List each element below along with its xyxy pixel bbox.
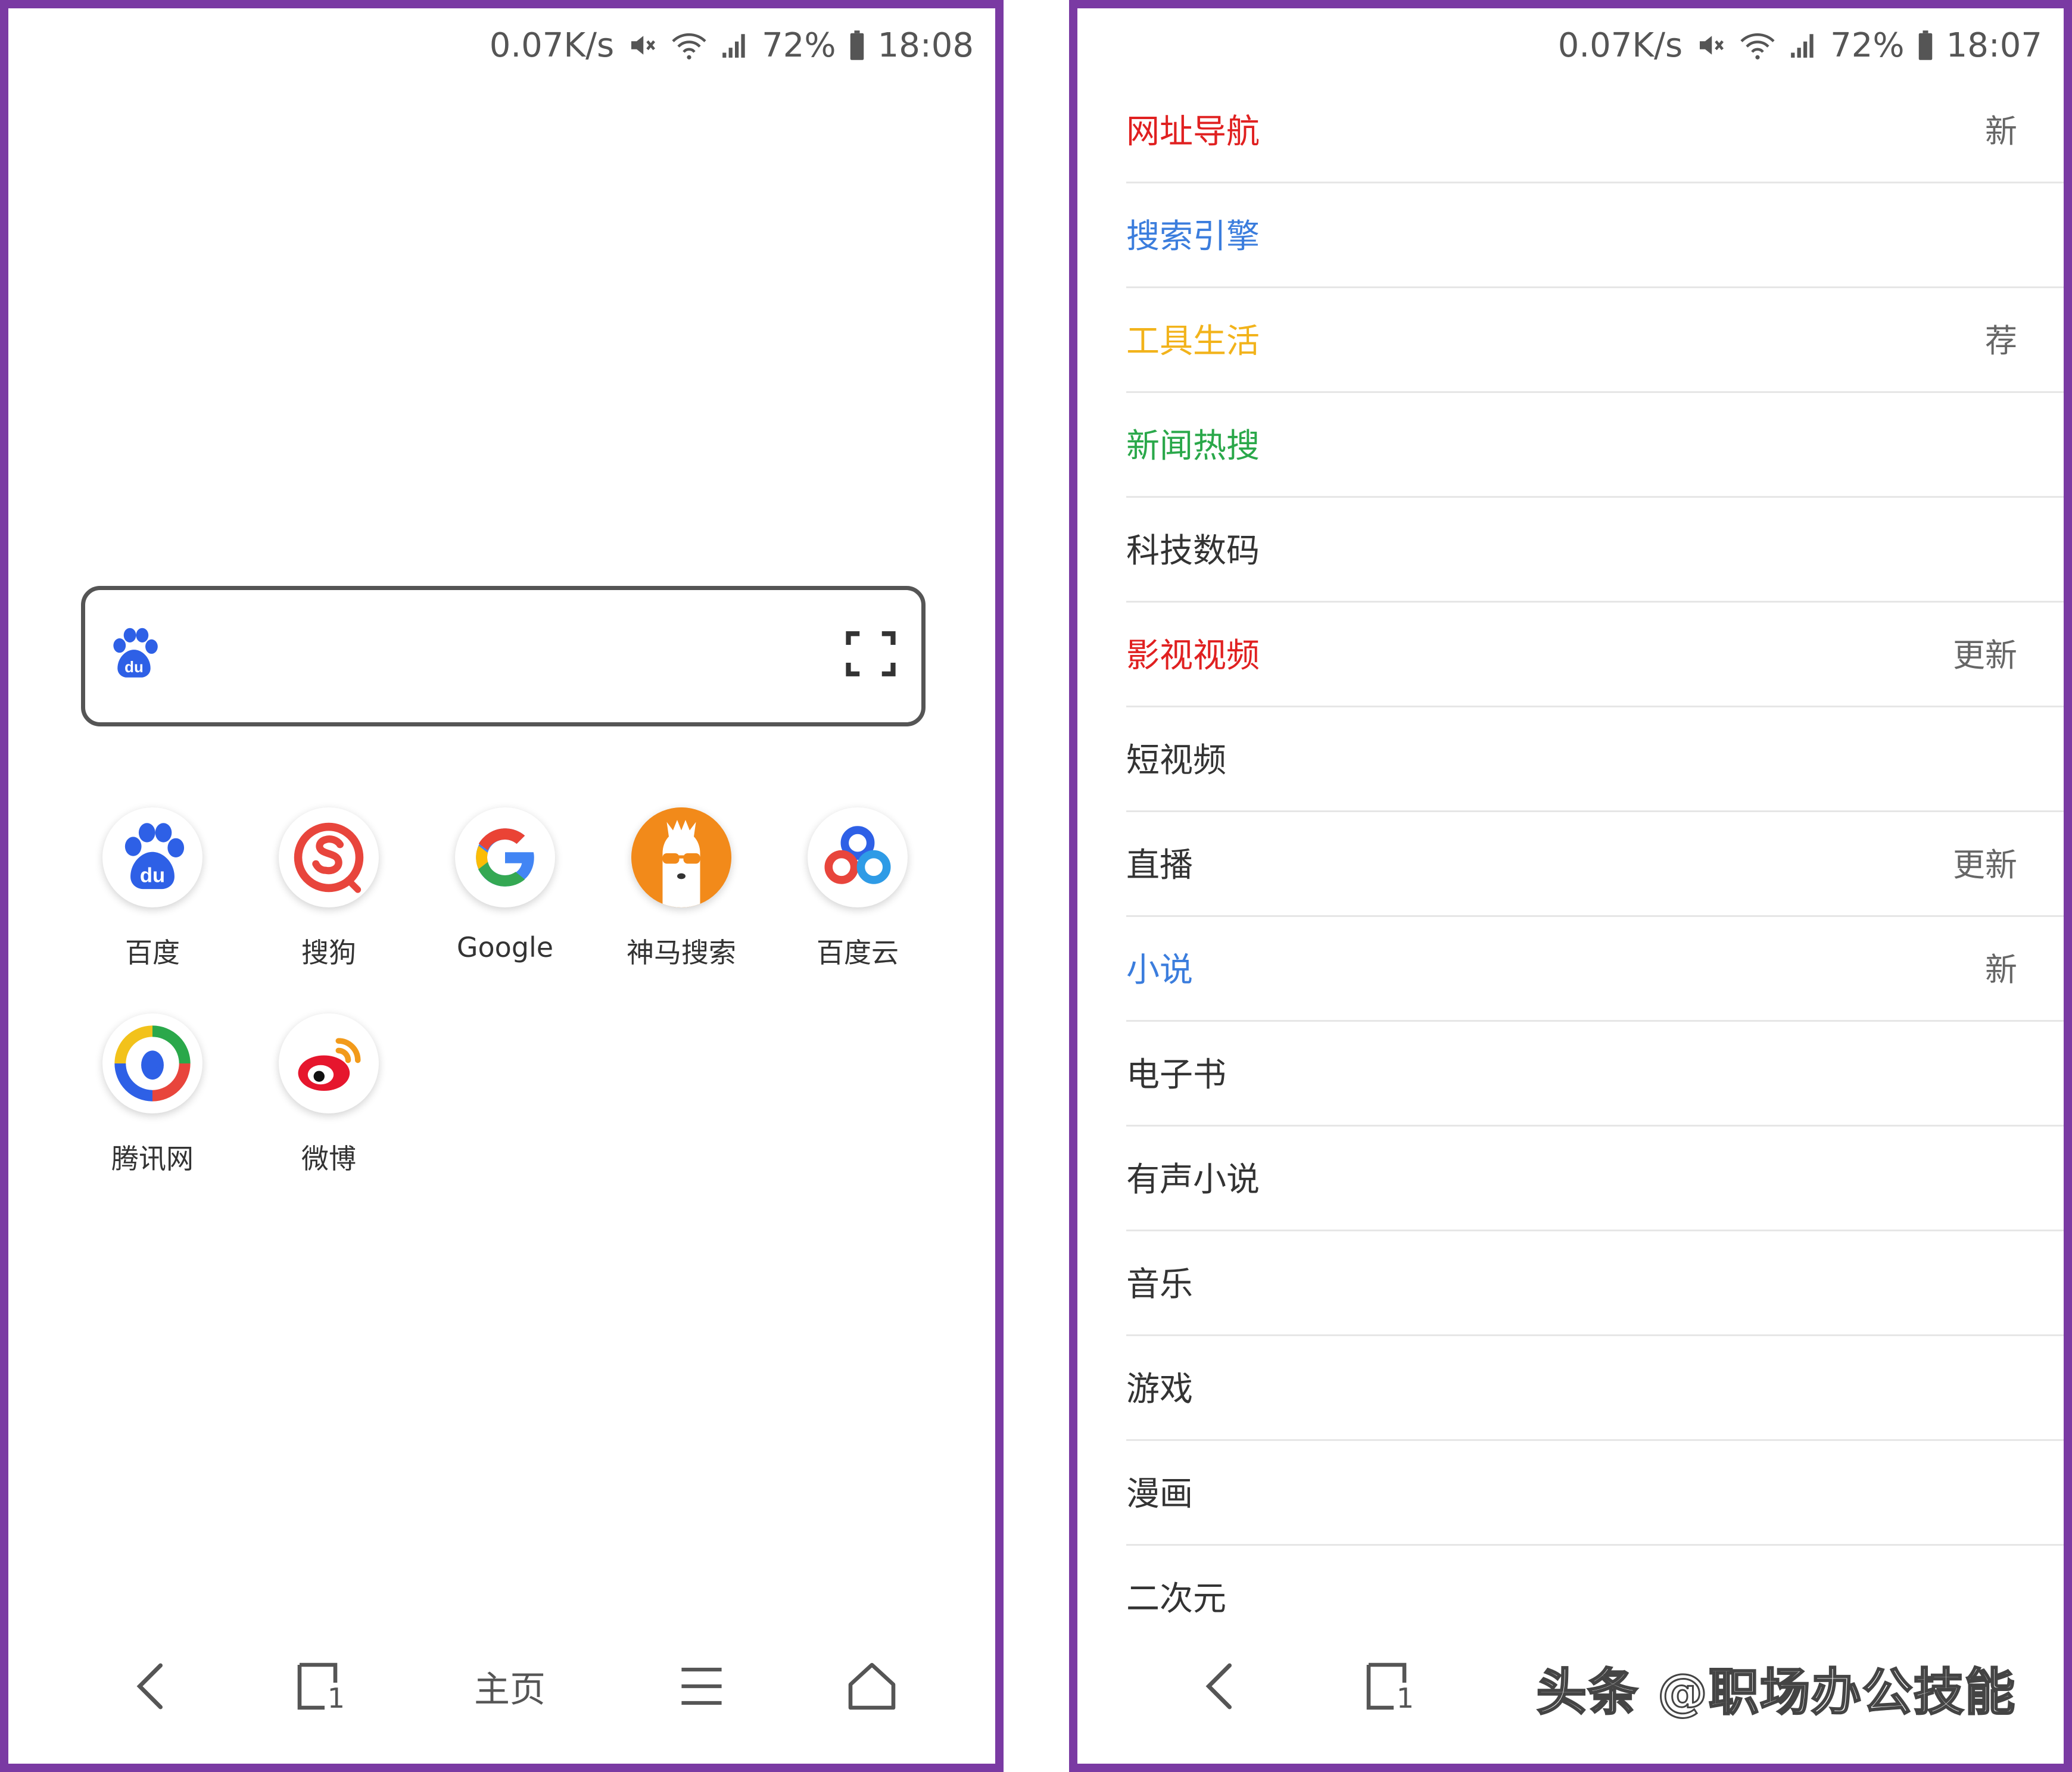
weibo-icon: [279, 1013, 379, 1113]
baidu-cloud-icon: [808, 807, 908, 907]
tabs-button[interactable]: 1: [278, 1645, 361, 1728]
tab-count: 1: [1396, 1682, 1414, 1714]
shortcut-weibo[interactable]: 微博: [257, 1013, 400, 1177]
category-name: 有声小说: [1126, 1160, 1260, 1199]
home-icon: [848, 1662, 896, 1710]
category-name: 二次元: [1126, 1580, 1226, 1618]
category-name: 搜索引擎: [1126, 217, 1260, 256]
category-row[interactable]: 漫画: [1126, 1441, 2064, 1546]
screenshot-canvas: 0.07K/s 72% 18:08 du du 百度 搜狗 Google 神马搜…: [0, 0, 2072, 1772]
watermark-text: 头条 @职场办公技能: [1535, 1662, 2016, 1723]
home-label-button[interactable]: 主页: [456, 1645, 563, 1728]
category-row[interactable]: 影视视频 更新: [1126, 603, 2064, 707]
shortcut-label: 微博: [301, 1143, 356, 1175]
network-speed: 0.07K/s: [1557, 26, 1683, 65]
bottom-nav: 1 主页: [8, 1645, 995, 1728]
category-row[interactable]: 游戏: [1126, 1336, 2064, 1441]
tabs-icon: 1: [292, 1659, 346, 1714]
category-row[interactable]: 工具生活 荐: [1126, 288, 2064, 393]
clock: 18:07: [1946, 26, 2042, 65]
sogou-icon: [279, 807, 379, 907]
category-badge: 更新: [1953, 846, 2017, 884]
category-row[interactable]: 小说 新: [1126, 917, 2064, 1022]
category-badge: 新: [1985, 113, 2017, 150]
category-name: 网址导航: [1126, 113, 1260, 151]
google-icon: [455, 807, 555, 907]
shortcut-shenma[interactable]: 神马搜索: [610, 807, 753, 971]
shortcut-label: Google: [456, 931, 554, 963]
right-phone-screen: 0.07K/s 72% 18:07 网址导航新搜索引擎 工具生活荐新闻热搜 科技数码…: [1069, 0, 2072, 1772]
shortcut-label: 百度云: [817, 937, 899, 969]
shortcut-grid: du 百度 搜狗 Google 神马搜索 百度云 腾讯网 微博: [8, 8, 995, 1764]
category-name: 漫画: [1126, 1475, 1193, 1514]
tabs-icon: 1: [1361, 1659, 1415, 1714]
tencent-icon: [102, 1013, 202, 1113]
svg-text:du: du: [140, 865, 165, 887]
category-name: 音乐: [1126, 1265, 1193, 1304]
shortcut-label: 百度: [125, 937, 180, 969]
category-row[interactable]: 网址导航 新: [1126, 79, 2064, 183]
category-list: 网址导航新搜索引擎 工具生活荐新闻热搜 科技数码 影视视频 更新 短视频 直播 更新 小说新电子…: [1126, 79, 2064, 1651]
category-row[interactable]: 新闻热搜: [1126, 393, 2064, 498]
category-badge: 新: [1985, 951, 2017, 988]
tabs-button[interactable]: 1: [1347, 1645, 1430, 1728]
shortcut-label: 腾讯网: [111, 1143, 194, 1175]
category-name: 工具生活: [1126, 322, 1260, 361]
category-name: 电子书: [1126, 1056, 1226, 1094]
shortcut-sogou[interactable]: 搜狗: [257, 807, 400, 971]
shortcut-tencent[interactable]: 腾讯网: [81, 1013, 224, 1177]
menu-icon: [681, 1667, 722, 1705]
category-name: 短视频: [1126, 741, 1226, 780]
category-row[interactable]: 有声小说: [1126, 1127, 2064, 1231]
mute-icon: [1694, 29, 1727, 61]
signal-icon: [1789, 29, 1818, 61]
shortcut-label: 搜狗: [301, 937, 356, 969]
menu-button[interactable]: [660, 1645, 743, 1728]
shortcut-baidu-cloud[interactable]: 百度云: [786, 807, 929, 971]
battery-icon: [1917, 29, 1934, 61]
left-phone-screen: 0.07K/s 72% 18:08 du du 百度 搜狗 Google 神马搜…: [0, 0, 1004, 1772]
status-bar: 0.07K/s 72% 18:07: [1558, 21, 2042, 69]
back-button[interactable]: [108, 1645, 192, 1728]
category-name: 小说: [1126, 951, 1193, 990]
home-button[interactable]: [830, 1645, 914, 1728]
home-label: 主页: [474, 1668, 546, 1711]
category-name: 新闻热搜: [1126, 427, 1260, 466]
category-badge: 荐: [1985, 322, 2017, 360]
category-row[interactable]: 搜索引擎: [1126, 183, 2064, 288]
back-button[interactable]: [1177, 1645, 1261, 1728]
tab-count: 1: [327, 1682, 345, 1714]
category-badge: 更新: [1953, 637, 2017, 674]
shortcut-baidu[interactable]: du 百度: [81, 807, 224, 971]
category-name: 影视视频: [1126, 637, 1260, 675]
baidu-icon: du: [102, 807, 202, 907]
category-row[interactable]: 短视频: [1126, 707, 2064, 812]
back-icon: [136, 1663, 163, 1709]
category-name: 科技数码: [1126, 532, 1260, 570]
category-row[interactable]: 科技数码: [1126, 498, 2064, 603]
category-row[interactable]: 直播 更新: [1126, 812, 2064, 917]
category-row[interactable]: 电子书: [1126, 1022, 2064, 1127]
category-row[interactable]: 音乐: [1126, 1231, 2064, 1336]
back-icon: [1205, 1663, 1232, 1709]
shenma-icon: [631, 807, 731, 907]
shortcut-label: 神马搜索: [627, 937, 736, 969]
category-name: 直播: [1126, 846, 1193, 885]
shortcut-google[interactable]: Google: [434, 807, 577, 963]
category-name: 游戏: [1126, 1370, 1193, 1409]
category-row[interactable]: 二次元: [1126, 1546, 2064, 1651]
wifi-icon: [1738, 29, 1777, 61]
battery-percent: 72%: [1830, 26, 1905, 65]
